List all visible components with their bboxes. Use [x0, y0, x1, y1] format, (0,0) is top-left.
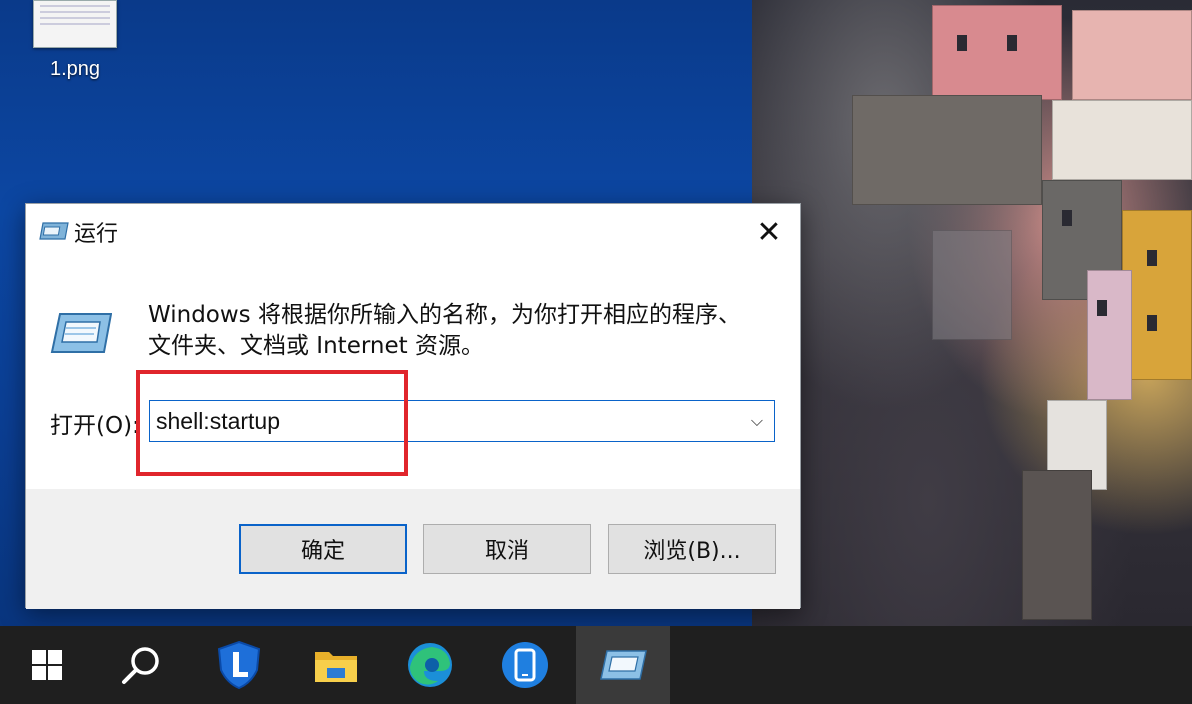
search-icon	[122, 647, 159, 684]
security-shield-icon	[217, 640, 261, 690]
open-label: 打开(O):	[50, 413, 140, 439]
edge-browser-icon	[408, 643, 452, 687]
highlight-annotation-box	[136, 370, 408, 476]
dialog-description: Windows 将根据你所输入的名称，为你打开相应的程序、 文件夹、文档或 In…	[148, 300, 778, 362]
dialog-titlebar[interactable]: 运行 ✕	[26, 204, 800, 260]
run-app-icon	[39, 222, 69, 240]
browse-button[interactable]: 浏览(B)...	[608, 524, 776, 574]
search-button[interactable]	[94, 626, 188, 704]
close-icon: ✕	[756, 214, 782, 250]
ok-button[interactable]: 确定	[239, 524, 407, 574]
chevron-down-icon[interactable]: ⌵	[746, 410, 768, 432]
file-explorer-icon	[315, 652, 357, 682]
dialog-title: 运行	[74, 222, 119, 247]
run-large-icon	[50, 313, 112, 353]
taskbar-run-dialog[interactable]	[576, 626, 670, 704]
desktop-file-label: 1.png	[49, 58, 101, 80]
taskbar-security-app[interactable]	[192, 626, 286, 704]
cancel-button[interactable]: 取消	[423, 524, 591, 574]
dialog-footer: 确定 取消 浏览(B)...	[26, 489, 800, 609]
windows-start-icon	[32, 650, 62, 680]
run-dialog: 运行 ✕ Windows 将根据你所输入的名称，为你打开相应的程序、 文件夹、文…	[25, 203, 801, 609]
close-button[interactable]: ✕	[738, 204, 800, 260]
description-line-2: 文件夹、文档或 Internet 资源。	[148, 333, 484, 359]
desktop-wallpaper	[752, 0, 1192, 626]
taskbar-phone-link[interactable]	[478, 626, 572, 704]
phone-link-icon	[502, 642, 548, 688]
description-line-1: Windows 将根据你所输入的名称，为你打开相应的程序、	[148, 302, 741, 328]
taskbar-edge[interactable]	[383, 626, 477, 704]
run-dialog-icon	[600, 650, 647, 680]
desktop-file-icon[interactable]: 1.png	[30, 0, 120, 81]
start-button[interactable]	[0, 626, 94, 704]
taskbar-file-explorer[interactable]	[289, 626, 383, 704]
image-thumbnail-icon	[33, 0, 117, 48]
taskbar	[0, 626, 1192, 704]
